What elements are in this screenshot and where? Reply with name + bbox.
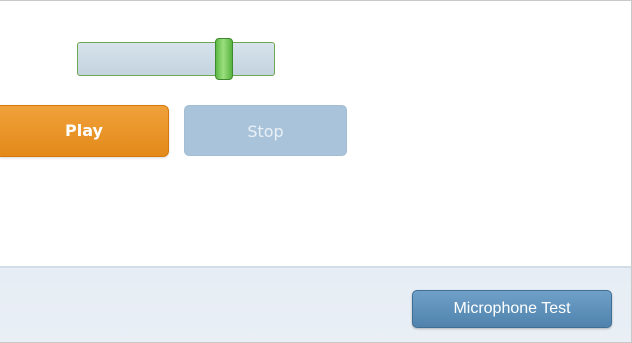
volume-slider-thumb[interactable]: [214, 38, 233, 80]
playback-controls-area: Play Stop: [0, 1, 631, 266]
footer-bar: Microphone Test: [0, 266, 631, 342]
play-button[interactable]: Play: [0, 105, 169, 157]
stop-button[interactable]: Stop: [184, 105, 347, 156]
volume-slider-track[interactable]: [77, 42, 275, 76]
volume-slider[interactable]: [77, 38, 275, 80]
microphone-test-button[interactable]: Microphone Test: [412, 290, 612, 328]
audio-settings-panel: Play Stop Microphone Test: [0, 0, 632, 343]
